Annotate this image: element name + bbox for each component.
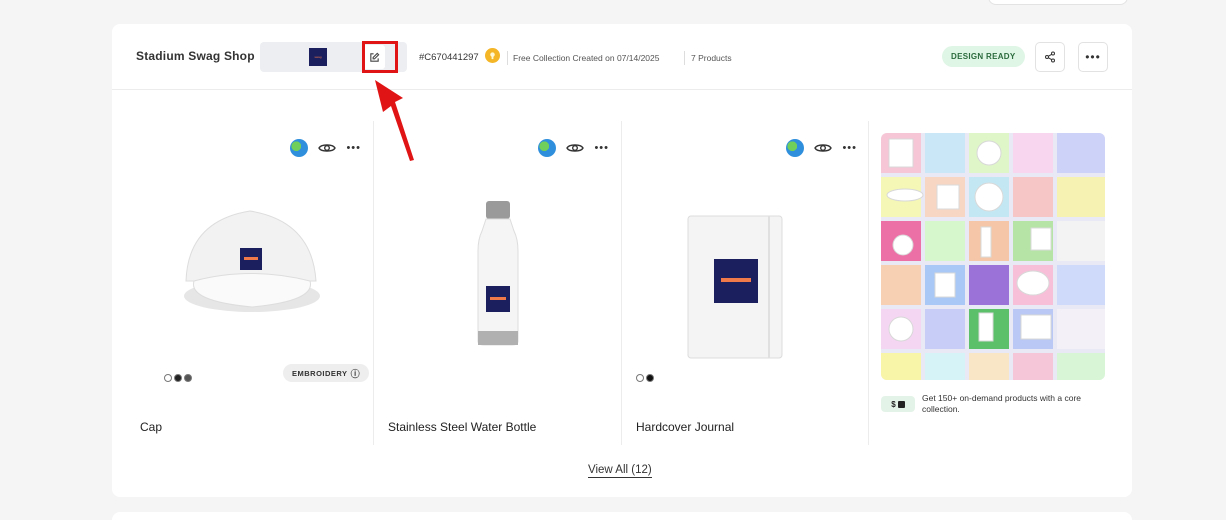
swatch-white[interactable] bbox=[164, 374, 172, 382]
promo-tag: $ bbox=[881, 396, 915, 412]
shop-name: Stadium Swag Shop bbox=[136, 49, 255, 63]
product-card-cap[interactable]: ••• EMBROIDERY ⓘ Cap bbox=[126, 121, 373, 445]
product-actions: ••• bbox=[290, 139, 361, 157]
swatch-white[interactable] bbox=[636, 374, 644, 382]
more-options-button[interactable]: ••• bbox=[1078, 42, 1108, 72]
bottle-image bbox=[477, 201, 519, 346]
share-button[interactable] bbox=[1035, 42, 1065, 72]
collection-header: Stadium Swag Shop swag #C670441297 Free … bbox=[112, 24, 1132, 90]
divider bbox=[507, 51, 508, 65]
color-swatches bbox=[164, 374, 192, 382]
info-icon: ⓘ bbox=[350, 368, 361, 379]
logo-text: swag bbox=[314, 55, 322, 59]
swatch-black[interactable] bbox=[646, 374, 654, 382]
collection-id: #C670441297 bbox=[419, 52, 479, 63]
shopping-bag-icon bbox=[897, 400, 905, 408]
annotation-arrow-icon bbox=[375, 80, 414, 161]
journal-image bbox=[687, 215, 783, 359]
product-card-bottle[interactable]: ••• Stainless Steel Water Bottle bbox=[374, 121, 621, 445]
product-name[interactable]: Cap bbox=[140, 420, 162, 434]
created-date: Free Collection Created on 07/14/2025 bbox=[513, 53, 660, 63]
more-icon[interactable]: ••• bbox=[346, 142, 361, 154]
divider bbox=[868, 121, 869, 445]
coin-badge-icon bbox=[485, 48, 500, 63]
promo-tag-label: $ bbox=[891, 399, 896, 409]
more-icon[interactable]: ••• bbox=[842, 142, 857, 154]
more-icon[interactable]: ••• bbox=[594, 142, 609, 154]
globe-icon[interactable] bbox=[290, 139, 309, 157]
globe-icon[interactable] bbox=[538, 139, 557, 157]
product-count: 7 Products bbox=[691, 53, 732, 63]
share-icon bbox=[1045, 51, 1055, 63]
promo-text: Get 150+ on-demand products with a core … bbox=[922, 393, 1081, 414]
status-badge: DESIGN READY bbox=[942, 46, 1025, 67]
swatch-black[interactable] bbox=[174, 374, 182, 382]
globe-icon[interactable] bbox=[786, 139, 805, 157]
product-card-journal[interactable]: ••• Hardcover Journal bbox=[622, 121, 869, 445]
view-all-link[interactable]: View All (12) bbox=[588, 464, 652, 478]
product-actions: ••• bbox=[538, 139, 609, 157]
more-icon: ••• bbox=[1085, 50, 1101, 64]
divider bbox=[684, 51, 685, 65]
color-swatches bbox=[636, 374, 654, 382]
eye-icon[interactable] bbox=[814, 142, 833, 154]
embroidery-badge[interactable]: EMBROIDERY ⓘ bbox=[283, 364, 370, 382]
cap-image bbox=[184, 210, 320, 312]
logo-thumbnail: swag bbox=[309, 48, 327, 66]
product-name[interactable]: Stainless Steel Water Bottle bbox=[388, 420, 536, 434]
top-search-pill[interactable] bbox=[988, 0, 1128, 5]
product-name[interactable]: Hardcover Journal bbox=[636, 420, 734, 434]
swatch-gray[interactable] bbox=[184, 374, 192, 382]
embroidery-label: EMBROIDERY bbox=[292, 368, 348, 378]
promo-collage-image[interactable] bbox=[881, 133, 1105, 380]
eye-icon[interactable] bbox=[566, 142, 585, 154]
collection-card: Stadium Swag Shop swag #C670441297 Free … bbox=[112, 24, 1132, 497]
product-actions: ••• bbox=[786, 139, 857, 157]
eye-icon[interactable] bbox=[318, 142, 337, 154]
next-collection-card bbox=[112, 512, 1132, 520]
edit-button-highlight bbox=[362, 41, 398, 73]
